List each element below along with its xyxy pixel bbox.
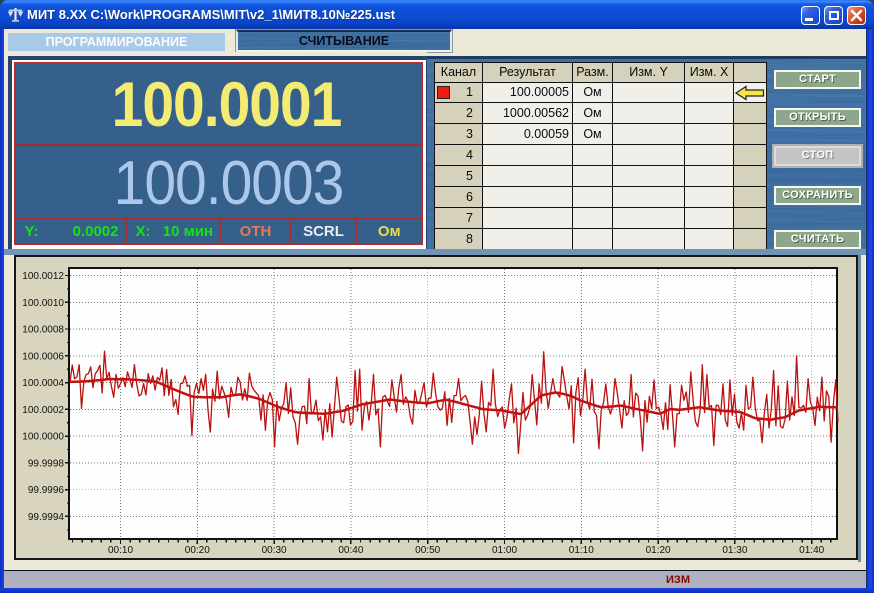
- svg-text:99.9998: 99.9998: [28, 458, 65, 469]
- svg-text:00:10: 00:10: [108, 545, 133, 556]
- svg-text:100.0010: 100.0010: [22, 298, 64, 309]
- svg-text:01:30: 01:30: [722, 545, 747, 556]
- svg-text:01:10: 01:10: [569, 545, 594, 556]
- svg-text:00:40: 00:40: [338, 545, 363, 556]
- svg-text:00:30: 00:30: [262, 545, 287, 556]
- svg-text:01:20: 01:20: [646, 545, 671, 556]
- svg-text:99.9994: 99.9994: [28, 512, 65, 523]
- svg-text:100.0002: 100.0002: [22, 405, 64, 416]
- svg-text:01:00: 01:00: [492, 545, 517, 556]
- svg-text:99.9996: 99.9996: [28, 485, 65, 496]
- svg-text:01:40: 01:40: [799, 545, 824, 556]
- svg-text:100.0000: 100.0000: [22, 432, 64, 443]
- svg-text:100.0012: 100.0012: [22, 271, 64, 282]
- svg-text:00:50: 00:50: [415, 545, 440, 556]
- svg-text:100.0004: 100.0004: [22, 378, 64, 389]
- svg-text:00:20: 00:20: [185, 545, 210, 556]
- svg-text:100.0008: 100.0008: [22, 325, 64, 336]
- svg-text:100.0006: 100.0006: [22, 351, 64, 362]
